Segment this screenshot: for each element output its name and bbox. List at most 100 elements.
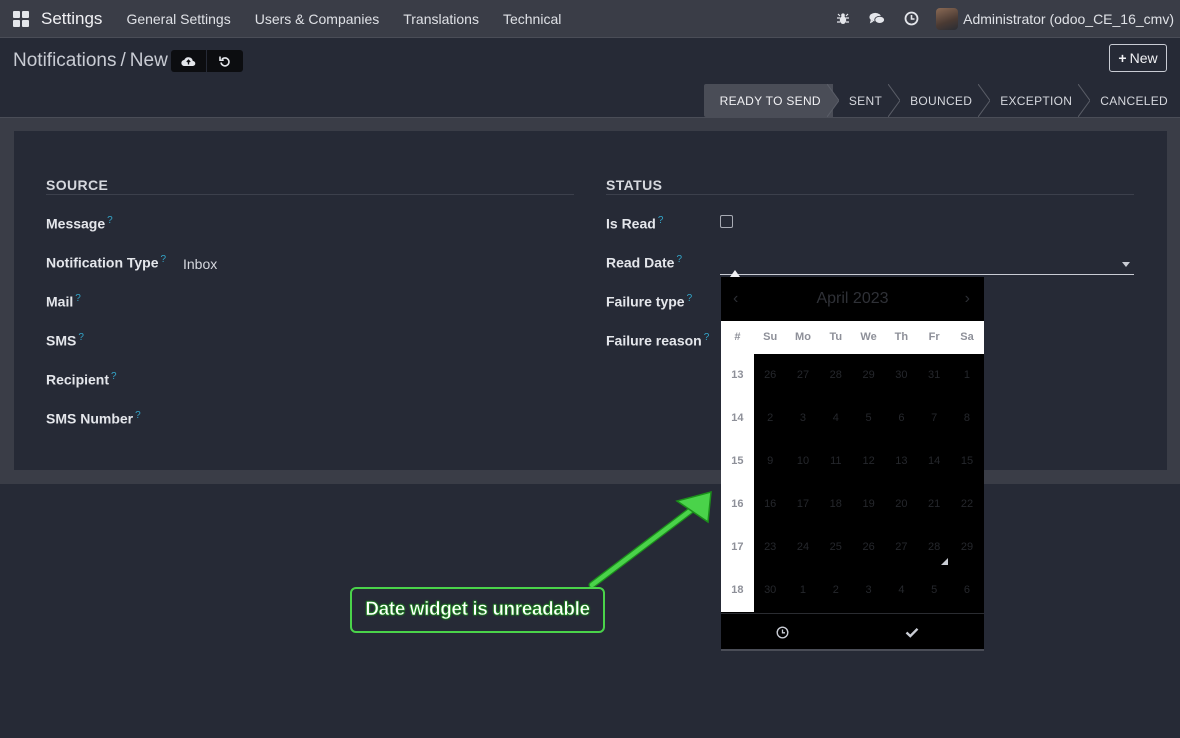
next-month-icon[interactable]: › bbox=[965, 290, 970, 308]
help-tooltip-icon[interactable]: ? bbox=[704, 332, 710, 343]
day-cell[interactable]: 23 bbox=[754, 526, 787, 569]
discard-button[interactable] bbox=[207, 50, 243, 72]
day-cell[interactable]: 8 bbox=[951, 397, 984, 440]
weekday-label: Tu bbox=[829, 331, 843, 343]
day-cell[interactable]: 6 bbox=[951, 569, 984, 612]
group-title-source: SOURCE bbox=[46, 177, 109, 193]
menu-item-general-settings[interactable]: General Settings bbox=[126, 11, 230, 27]
day-cell[interactable]: 16 bbox=[754, 483, 787, 526]
day-cell[interactable]: 30 bbox=[754, 569, 787, 612]
day-cell[interactable]: 9 bbox=[754, 440, 787, 483]
stage-label: SENT bbox=[848, 93, 883, 108]
breadcrumb-parent[interactable]: Notifications bbox=[13, 50, 117, 71]
day-cell[interactable]: 2 bbox=[754, 397, 787, 440]
weekday-label: Su bbox=[763, 331, 778, 343]
main-menu: General Settings Users & Companies Trans… bbox=[126, 11, 585, 27]
day-cell[interactable]: 21 bbox=[918, 483, 951, 526]
plus-icon: + bbox=[1118, 50, 1127, 66]
help-tooltip-icon[interactable]: ? bbox=[75, 293, 81, 304]
confirm-check-icon[interactable] bbox=[904, 624, 920, 640]
day-cell[interactable]: 28 bbox=[819, 354, 852, 397]
day-cell[interactable]: 1 bbox=[787, 569, 820, 612]
field-label-sms-number: SMS Number? bbox=[46, 410, 141, 427]
day-cell[interactable]: 3 bbox=[787, 397, 820, 440]
app-name[interactable]: Settings bbox=[41, 9, 102, 29]
day-cell[interactable]: 19 bbox=[852, 483, 885, 526]
day-cell[interactable]: 27 bbox=[885, 526, 918, 569]
apps-icon[interactable] bbox=[13, 10, 29, 27]
day-cell[interactable]: 20 bbox=[885, 483, 918, 526]
day-cell[interactable]: 5 bbox=[852, 397, 885, 440]
help-tooltip-icon[interactable]: ? bbox=[658, 215, 664, 226]
chevron-down-icon[interactable] bbox=[1122, 262, 1130, 267]
help-tooltip-icon[interactable]: ? bbox=[161, 254, 167, 265]
day-cell[interactable]: 30 bbox=[885, 354, 918, 397]
day-cell[interactable]: 13 bbox=[885, 440, 918, 483]
day-cell[interactable]: 27 bbox=[787, 354, 820, 397]
control-panel: Notifications / New + New bbox=[0, 38, 1180, 85]
weekday-header: # Su Mo Tu We Th Fr Sa bbox=[721, 321, 984, 354]
save-button[interactable] bbox=[171, 50, 206, 72]
stage-canceled[interactable]: CANCELED bbox=[1084, 84, 1180, 117]
day-cell[interactable]: 31 bbox=[918, 354, 951, 397]
menu-item-technical[interactable]: Technical bbox=[503, 11, 561, 27]
help-tooltip-icon[interactable]: ? bbox=[687, 293, 693, 304]
day-cell[interactable]: 4 bbox=[819, 397, 852, 440]
help-tooltip-icon[interactable]: ? bbox=[111, 371, 117, 382]
day-cell[interactable]: 28 bbox=[918, 526, 951, 569]
day-cell[interactable]: 26 bbox=[852, 526, 885, 569]
help-tooltip-icon[interactable]: ? bbox=[107, 215, 113, 226]
avatar[interactable] bbox=[936, 7, 959, 30]
day-cell[interactable]: 10 bbox=[787, 440, 820, 483]
stage-label: EXCEPTION bbox=[1000, 93, 1073, 108]
stage-bounced[interactable]: BOUNCED bbox=[894, 84, 991, 117]
new-button[interactable]: + New bbox=[1109, 44, 1167, 72]
day-cell[interactable]: 26 bbox=[754, 354, 787, 397]
breadcrumb: Notifications / New bbox=[13, 50, 168, 72]
day-cell[interactable]: 14 bbox=[918, 440, 951, 483]
help-tooltip-icon[interactable]: ? bbox=[78, 332, 84, 343]
chat-icon[interactable] bbox=[869, 11, 886, 27]
day-cell[interactable]: 17 bbox=[787, 483, 820, 526]
user-menu[interactable]: Administrator (odoo_CE_16_cmv) bbox=[963, 11, 1174, 27]
day-cell[interactable]: 11 bbox=[819, 440, 852, 483]
field-label-failure-type: Failure type? bbox=[606, 293, 692, 310]
weekday-label: Th bbox=[894, 331, 909, 343]
day-cell[interactable]: 25 bbox=[819, 526, 852, 569]
stage-exception[interactable]: EXCEPTION bbox=[984, 84, 1091, 117]
stage-sent[interactable]: SENT bbox=[833, 84, 901, 117]
day-cell[interactable]: 29 bbox=[852, 354, 885, 397]
form-sheet bbox=[14, 131, 1167, 470]
menu-item-translations[interactable]: Translations bbox=[403, 11, 479, 27]
day-cell[interactable]: 18 bbox=[819, 483, 852, 526]
day-cell[interactable]: 24 bbox=[787, 526, 820, 569]
day-cell[interactable]: 4 bbox=[885, 569, 918, 612]
day-cell[interactable]: 1 bbox=[951, 354, 984, 397]
clock-icon[interactable] bbox=[903, 11, 919, 27]
group-divider bbox=[606, 194, 1134, 195]
day-cell[interactable]: 29 bbox=[951, 526, 984, 569]
top-navbar: Settings General Settings Users & Compan… bbox=[0, 0, 1180, 38]
read-date-input[interactable] bbox=[720, 274, 1134, 275]
month-title[interactable]: April 2023 bbox=[721, 290, 984, 308]
stage-ready-to-send[interactable]: READY TO SEND bbox=[703, 84, 839, 117]
time-picker-clock-icon[interactable] bbox=[774, 624, 790, 640]
day-cell[interactable]: 2 bbox=[819, 569, 852, 612]
day-cell[interactable]: 3 bbox=[852, 569, 885, 612]
menu-item-users-companies[interactable]: Users & Companies bbox=[255, 11, 380, 27]
help-tooltip-icon[interactable]: ? bbox=[676, 254, 682, 265]
day-cell[interactable]: 5 bbox=[918, 569, 951, 612]
day-cell[interactable]: 6 bbox=[885, 397, 918, 440]
day-cell[interactable]: 12 bbox=[852, 440, 885, 483]
is-read-checkbox[interactable] bbox=[720, 215, 733, 228]
week-row: 16 16 17 18 19 20 21 22 bbox=[721, 483, 984, 526]
annotation-text: Date widget is unreadable bbox=[365, 599, 590, 621]
day-cell[interactable]: 7 bbox=[918, 397, 951, 440]
week-row: 18 30 1 2 3 4 5 6 bbox=[721, 569, 984, 612]
day-cell[interactable]: 22 bbox=[951, 483, 984, 526]
notification-type-value[interactable]: Inbox bbox=[183, 256, 217, 272]
week-row: 15 9 10 11 12 13 14 15 bbox=[721, 440, 984, 483]
bug-icon[interactable] bbox=[835, 11, 851, 27]
day-cell[interactable]: 15 bbox=[951, 440, 984, 483]
help-tooltip-icon[interactable]: ? bbox=[135, 410, 141, 421]
